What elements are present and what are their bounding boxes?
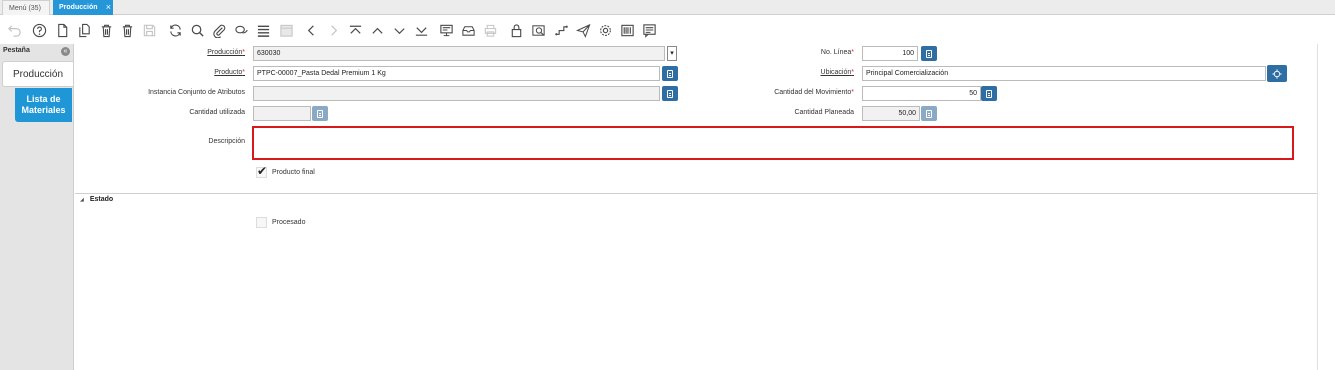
- processed-checkbox[interactable]: [256, 217, 267, 228]
- search-list-icon: [667, 69, 673, 78]
- movement-qty-label: Cantidad del Movimiento*: [774, 89, 854, 96]
- chat-icon[interactable]: [232, 21, 250, 39]
- attribute-icon: [667, 89, 673, 98]
- description-label: Descripción: [208, 138, 245, 145]
- production-label[interactable]: Producción*: [207, 49, 245, 56]
- window-tab-strip: Menú (35) Producción ×: [0, 0, 1335, 15]
- send-icon[interactable]: [574, 21, 592, 39]
- processed-label: Procesado: [272, 219, 306, 226]
- delete-icon[interactable]: [97, 21, 115, 39]
- product-info-icon[interactable]: [618, 21, 636, 39]
- tab-menu-label: Menú (35): [9, 5, 41, 12]
- attachment-icon[interactable]: [210, 21, 228, 39]
- production-field[interactable]: 630030: [253, 46, 665, 61]
- collapse-triangle-icon: ◢: [80, 197, 84, 203]
- toolbar: [0, 16, 1335, 44]
- tab-bom-label-line2: Materiales: [21, 105, 66, 115]
- delete-selection-icon[interactable]: [118, 21, 136, 39]
- zoom-across-icon[interactable]: [529, 21, 547, 39]
- planned-qty-calculator-button[interactable]: [921, 106, 937, 121]
- product-label[interactable]: Producto*: [214, 69, 245, 76]
- tab-produccion-detail[interactable]: Producción: [2, 61, 73, 87]
- product-search-button[interactable]: [662, 66, 678, 81]
- calculator-icon: [926, 49, 932, 58]
- find-icon[interactable]: [188, 21, 206, 39]
- planned-qty-field[interactable]: 50,00: [862, 106, 920, 121]
- calculator-icon: [986, 89, 992, 98]
- lock-icon[interactable]: [507, 21, 525, 39]
- planned-qty-label: Cantidad Planeada: [794, 109, 854, 116]
- tab-menu[interactable]: Menú (35): [2, 0, 50, 15]
- copy-record-icon[interactable]: [75, 21, 93, 39]
- tab-produccion[interactable]: Producción ×: [53, 0, 113, 15]
- location-field[interactable]: Principal Comercialización: [862, 66, 1266, 81]
- line-no-label: No. Línea*: [820, 49, 854, 56]
- movement-qty-field[interactable]: 50: [862, 86, 981, 101]
- line-no-calculator-button[interactable]: [921, 46, 937, 61]
- record-form: Producción* 630030 ▾ No. Línea* 100 Prod…: [75, 44, 1317, 370]
- first-record-icon[interactable]: [346, 21, 364, 39]
- calculator-icon: [317, 109, 323, 118]
- save-icon[interactable]: [140, 21, 158, 39]
- section-divider: [75, 193, 1317, 194]
- next-icon[interactable]: [324, 21, 342, 39]
- close-icon[interactable]: ×: [106, 0, 111, 15]
- refresh-icon[interactable]: [166, 21, 184, 39]
- process-icon[interactable]: [596, 21, 614, 39]
- qty-used-calculator-button[interactable]: [312, 106, 328, 121]
- calendar-icon[interactable]: [277, 21, 295, 39]
- location-label[interactable]: Ubicación*: [821, 69, 854, 76]
- status-section-header[interactable]: ◢ Estado: [80, 196, 113, 203]
- new-record-icon[interactable]: [53, 21, 71, 39]
- undo-icon[interactable]: [5, 21, 23, 39]
- attribute-set-label: Instancia Conjunto de Atributos: [148, 89, 245, 96]
- tab-panel: Pestaña « Producción Lista de Materiales: [0, 44, 74, 370]
- line-no-field[interactable]: 100: [862, 46, 918, 61]
- parent-record-icon[interactable]: [368, 21, 386, 39]
- tab-lista-de-materiales[interactable]: Lista de Materiales: [15, 88, 72, 122]
- archive-icon[interactable]: [459, 21, 477, 39]
- end-product-label: Producto final: [272, 169, 315, 176]
- help-icon[interactable]: [30, 21, 48, 39]
- production-dropdown-icon[interactable]: ▾: [667, 46, 677, 61]
- location-picker-button[interactable]: [1267, 65, 1287, 82]
- tab-produccion-label: Producción: [59, 4, 98, 11]
- product-field[interactable]: PTPC-00007_Pasta Dedal Premium 1 Kg: [253, 66, 660, 81]
- calculator-icon: [926, 109, 932, 118]
- movement-qty-calculator-button[interactable]: [981, 86, 997, 101]
- attribute-set-button[interactable]: [662, 86, 678, 101]
- workflow-icon[interactable]: [552, 21, 570, 39]
- detail-record-icon[interactable]: [390, 21, 408, 39]
- report-icon[interactable]: [437, 21, 455, 39]
- vertical-scrollbar[interactable]: [1317, 44, 1335, 370]
- attribute-set-field[interactable]: [253, 86, 660, 101]
- qty-used-field[interactable]: [253, 106, 311, 121]
- grid-toggle-icon[interactable]: [254, 21, 272, 39]
- collapse-panel-icon[interactable]: «: [61, 47, 70, 56]
- print-icon[interactable]: [481, 21, 499, 39]
- qty-used-label: Cantidad utilizada: [189, 109, 245, 116]
- checkmark-icon: ✔: [257, 164, 268, 178]
- tab-produccion-detail-label: Producción: [12, 69, 64, 80]
- locator-icon: [1272, 68, 1282, 79]
- description-textarea[interactable]: [252, 126, 1294, 160]
- previous-icon[interactable]: [302, 21, 320, 39]
- tab-panel-header: Pestaña: [3, 47, 30, 54]
- tab-bom-label-line1: Lista de: [26, 94, 61, 104]
- notes-icon[interactable]: [640, 21, 658, 39]
- last-record-icon[interactable]: [412, 21, 430, 39]
